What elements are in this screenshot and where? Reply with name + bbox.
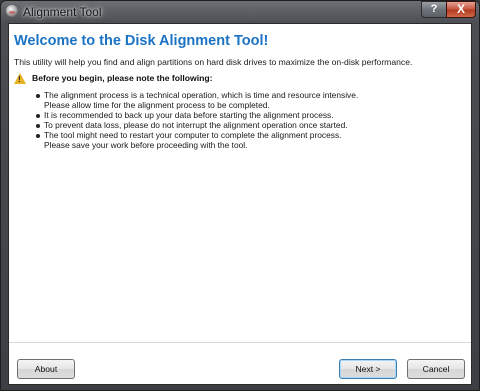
disk-icon <box>6 5 18 17</box>
warning-title: Before you begin, please note the follow… <box>32 73 213 83</box>
help-button[interactable]: ? <box>421 1 447 18</box>
next-button[interactable]: Next > <box>339 359 397 379</box>
intro-text: This utility will help you find and alig… <box>14 57 413 67</box>
page-title: Welcome to the Disk Alignment Tool! <box>14 33 269 49</box>
note-4-line-2: Please save your work before proceeding … <box>44 139 248 150</box>
about-button[interactable]: About <box>17 359 75 379</box>
alignment-tool-window: Alignment Tool ? X Welcome to the Disk A… <box>0 0 480 391</box>
title-bar[interactable]: Alignment Tool ? X <box>1 1 479 23</box>
divider <box>9 342 471 343</box>
dialog-body: Welcome to the Disk Alignment Tool! This… <box>8 23 472 385</box>
notes-list: The alignment process is a technical ope… <box>35 90 358 150</box>
window-title: Alignment Tool <box>23 5 102 19</box>
close-button[interactable]: X <box>446 1 476 18</box>
warning-icon: ! <box>14 73 26 84</box>
cancel-button[interactable]: Cancel <box>407 359 465 379</box>
